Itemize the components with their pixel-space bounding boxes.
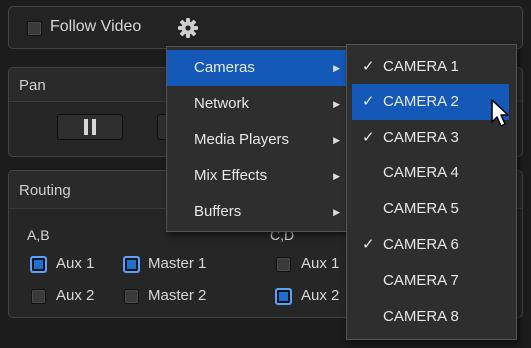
menu-item-network[interactable]: Network ▶ bbox=[167, 86, 348, 122]
camera-label: CAMERA 3 bbox=[383, 129, 459, 146]
camera-label: CAMERA 8 bbox=[383, 308, 459, 325]
camera-label: CAMERA 6 bbox=[383, 236, 459, 253]
menu-item-buffers[interactable]: Buffers ▶ bbox=[167, 194, 348, 230]
ab-aux2-checkbox[interactable] bbox=[31, 289, 46, 304]
cd-aux1-label: Aux 1 bbox=[301, 255, 340, 272]
checkmark-icon: ✓ bbox=[362, 129, 375, 146]
menu-item-label: Cameras bbox=[194, 59, 255, 76]
menu-item-label: Mix Effects bbox=[194, 167, 268, 184]
chevron-right-icon: ▶ bbox=[333, 135, 340, 145]
camera-label: CAMERA 1 bbox=[383, 58, 459, 75]
camera-item-5[interactable]: CAMERA 5 bbox=[352, 191, 509, 227]
follow-video-label: Follow Video bbox=[50, 18, 142, 35]
camera-label: CAMERA 4 bbox=[383, 164, 459, 181]
toolbar-panel: Follow Video bbox=[8, 6, 523, 49]
cd-aux1-checkbox[interactable] bbox=[276, 257, 291, 272]
follow-video-checkbox[interactable] bbox=[27, 21, 42, 36]
menu-item-label: Buffers bbox=[194, 203, 242, 220]
cd-aux2-label: Aux 2 bbox=[301, 287, 340, 304]
chevron-right-icon: ▶ bbox=[333, 207, 340, 217]
camera-label: CAMERA 5 bbox=[383, 200, 459, 217]
camera-item-2[interactable]: ✓ CAMERA 2 bbox=[352, 84, 509, 120]
menu-item-mix-effects[interactable]: Mix Effects ▶ bbox=[167, 158, 348, 194]
ab-master1-label: Master 1 bbox=[148, 255, 207, 272]
ab-master1-checkbox[interactable] bbox=[124, 257, 139, 272]
menu-item-cameras[interactable]: Cameras ▶ bbox=[167, 50, 348, 86]
cd-aux2-checkbox[interactable] bbox=[276, 289, 291, 304]
pan-pause-button[interactable] bbox=[57, 114, 123, 140]
ab-aux1-checkbox[interactable] bbox=[31, 257, 46, 272]
ab-master2-checkbox[interactable] bbox=[124, 289, 139, 304]
menu-item-label: Network bbox=[194, 95, 250, 112]
checkmark-icon: ✓ bbox=[362, 58, 375, 75]
pause-icon bbox=[58, 119, 122, 135]
menu-item-label: Media Players bbox=[194, 131, 290, 148]
camera-item-6[interactable]: ✓ CAMERA 6 bbox=[352, 227, 509, 263]
checkmark-icon: ✓ bbox=[362, 93, 375, 110]
gear-icon[interactable] bbox=[177, 17, 199, 39]
group-ab-label: A,B bbox=[27, 227, 50, 243]
camera-item-3[interactable]: ✓ CAMERA 3 bbox=[352, 120, 509, 156]
pan-label: Pan bbox=[19, 77, 46, 94]
routing-label: Routing bbox=[19, 182, 71, 199]
camera-item-7[interactable]: CAMERA 7 bbox=[352, 263, 509, 299]
chevron-right-icon: ▶ bbox=[333, 171, 340, 181]
mouse-cursor-icon bbox=[490, 98, 514, 130]
ab-master2-label: Master 2 bbox=[148, 287, 207, 304]
ab-aux2-label: Aux 2 bbox=[56, 287, 95, 304]
checkmark-icon: ✓ bbox=[362, 236, 375, 253]
chevron-right-icon: ▶ bbox=[333, 99, 340, 109]
chevron-right-icon: ▶ bbox=[333, 63, 340, 73]
context-menu: Cameras ▶ Network ▶ Media Players ▶ Mix … bbox=[166, 46, 349, 232]
camera-label: CAMERA 2 bbox=[383, 93, 459, 110]
ab-aux1-label: Aux 1 bbox=[56, 255, 95, 272]
camera-item-1[interactable]: ✓ CAMERA 1 bbox=[352, 49, 509, 85]
camera-label: CAMERA 7 bbox=[383, 272, 459, 289]
cameras-submenu: ✓ CAMERA 1 ✓ CAMERA 2 ✓ CAMERA 3 CAMERA … bbox=[346, 44, 517, 340]
camera-item-8[interactable]: CAMERA 8 bbox=[352, 299, 509, 335]
menu-item-media-players[interactable]: Media Players ▶ bbox=[167, 122, 348, 158]
camera-item-4[interactable]: CAMERA 4 bbox=[352, 155, 509, 191]
